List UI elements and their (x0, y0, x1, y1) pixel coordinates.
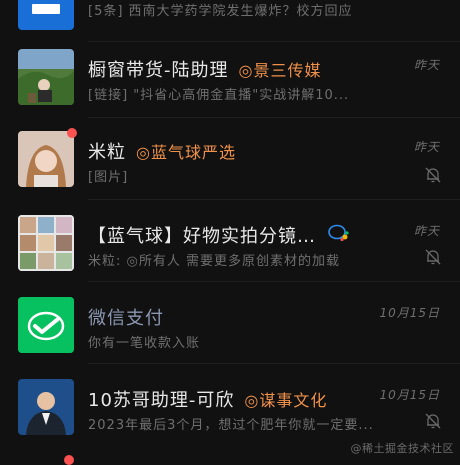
chat-time: 昨天 (413, 224, 440, 238)
mili-avatar (18, 131, 74, 187)
chat-name: 橱窗带货-陆助理 ◎景三传媒 (88, 56, 321, 82)
wechat-pay-avatar (18, 297, 74, 353)
chat-list: [5条] 西南大学药学院发生爆炸？校方回应 橱窗带货-陆助理 ◎景三传媒 昨天 [… (0, 0, 460, 465)
chat-time: 10月15日 (379, 306, 440, 320)
chat-row-mili[interactable]: 米粒 ◎蓝气球严选 昨天 [图片] (0, 118, 460, 200)
news-avatar (18, 0, 74, 30)
chat-time: 10月15日 (379, 388, 440, 402)
chat-row-lu-assistant[interactable]: 橱窗带货-陆助理 ◎景三传媒 昨天 [链接] "抖省心高佣金直播"实战讲解10..… (0, 36, 460, 118)
chat-row-wechat-pay[interactable]: 微信支付 10月15日 你有一笔收款入账 (0, 282, 460, 364)
chat-name-text: 米粒 (88, 142, 126, 163)
chat-name-text: 橱窗带货-陆助理 (88, 60, 229, 81)
watermark: @稀土掘金技术社区 (350, 442, 454, 455)
chat-preview: 你有一笔收款入账 (88, 336, 201, 351)
chat-name: 微信支付 (88, 304, 164, 330)
chat-tag: ◎蓝气球严选 (136, 143, 236, 162)
chat-tag: ◎景三传媒 (238, 61, 322, 80)
group-avatar (18, 215, 74, 271)
chat-row-su-assistant[interactable]: 10苏哥助理-可欣 ◎谋事文化 10月15日 2023年最后3个月，想过个肥年你就… (0, 364, 460, 446)
unread-dot (67, 128, 77, 138)
chat-name-text: 微信支付 (88, 308, 164, 329)
mute-bell-icon (425, 249, 441, 265)
chat-name: 【蓝气球】好物实拍分镜… (88, 222, 316, 248)
lu-assistant-avatar (18, 49, 74, 105)
chat-time: 昨天 (413, 58, 440, 72)
work-chat-icon (328, 224, 349, 242)
chat-name: 米粒 ◎蓝气球严选 (88, 138, 236, 164)
chat-name: 10苏哥助理-可欣 ◎谋事文化 (88, 386, 327, 412)
unread-dot-partial (64, 455, 74, 465)
chat-preview: 2023年最后3个月，想过个肥年你就一定要... (88, 418, 374, 433)
chat-row-blue-balloon-group[interactable]: 【蓝气球】好物实拍分镜… 昨天 米粒: ◎所有人 需要更多原创素材的加载 (0, 200, 460, 282)
chat-name-text: 【蓝气球】好物实拍分镜… (88, 226, 316, 247)
chat-preview: 米粒: ◎所有人 需要更多原创素材的加载 (88, 254, 340, 269)
chat-preview: [5条] 西南大学药学院发生爆炸？校方回应 (88, 4, 353, 19)
chat-preview: [链接] "抖省心高佣金直播"实战讲解10... (88, 88, 350, 103)
chat-preview: [图片] (88, 170, 129, 185)
mute-bell-icon (425, 167, 441, 183)
su-assistant-avatar (18, 379, 74, 435)
chat-time: 昨天 (413, 140, 440, 154)
chat-tag: ◎谋事文化 (244, 391, 328, 410)
chat-name-text: 10苏哥助理-可欣 (88, 390, 235, 411)
mute-bell-icon (425, 413, 441, 429)
